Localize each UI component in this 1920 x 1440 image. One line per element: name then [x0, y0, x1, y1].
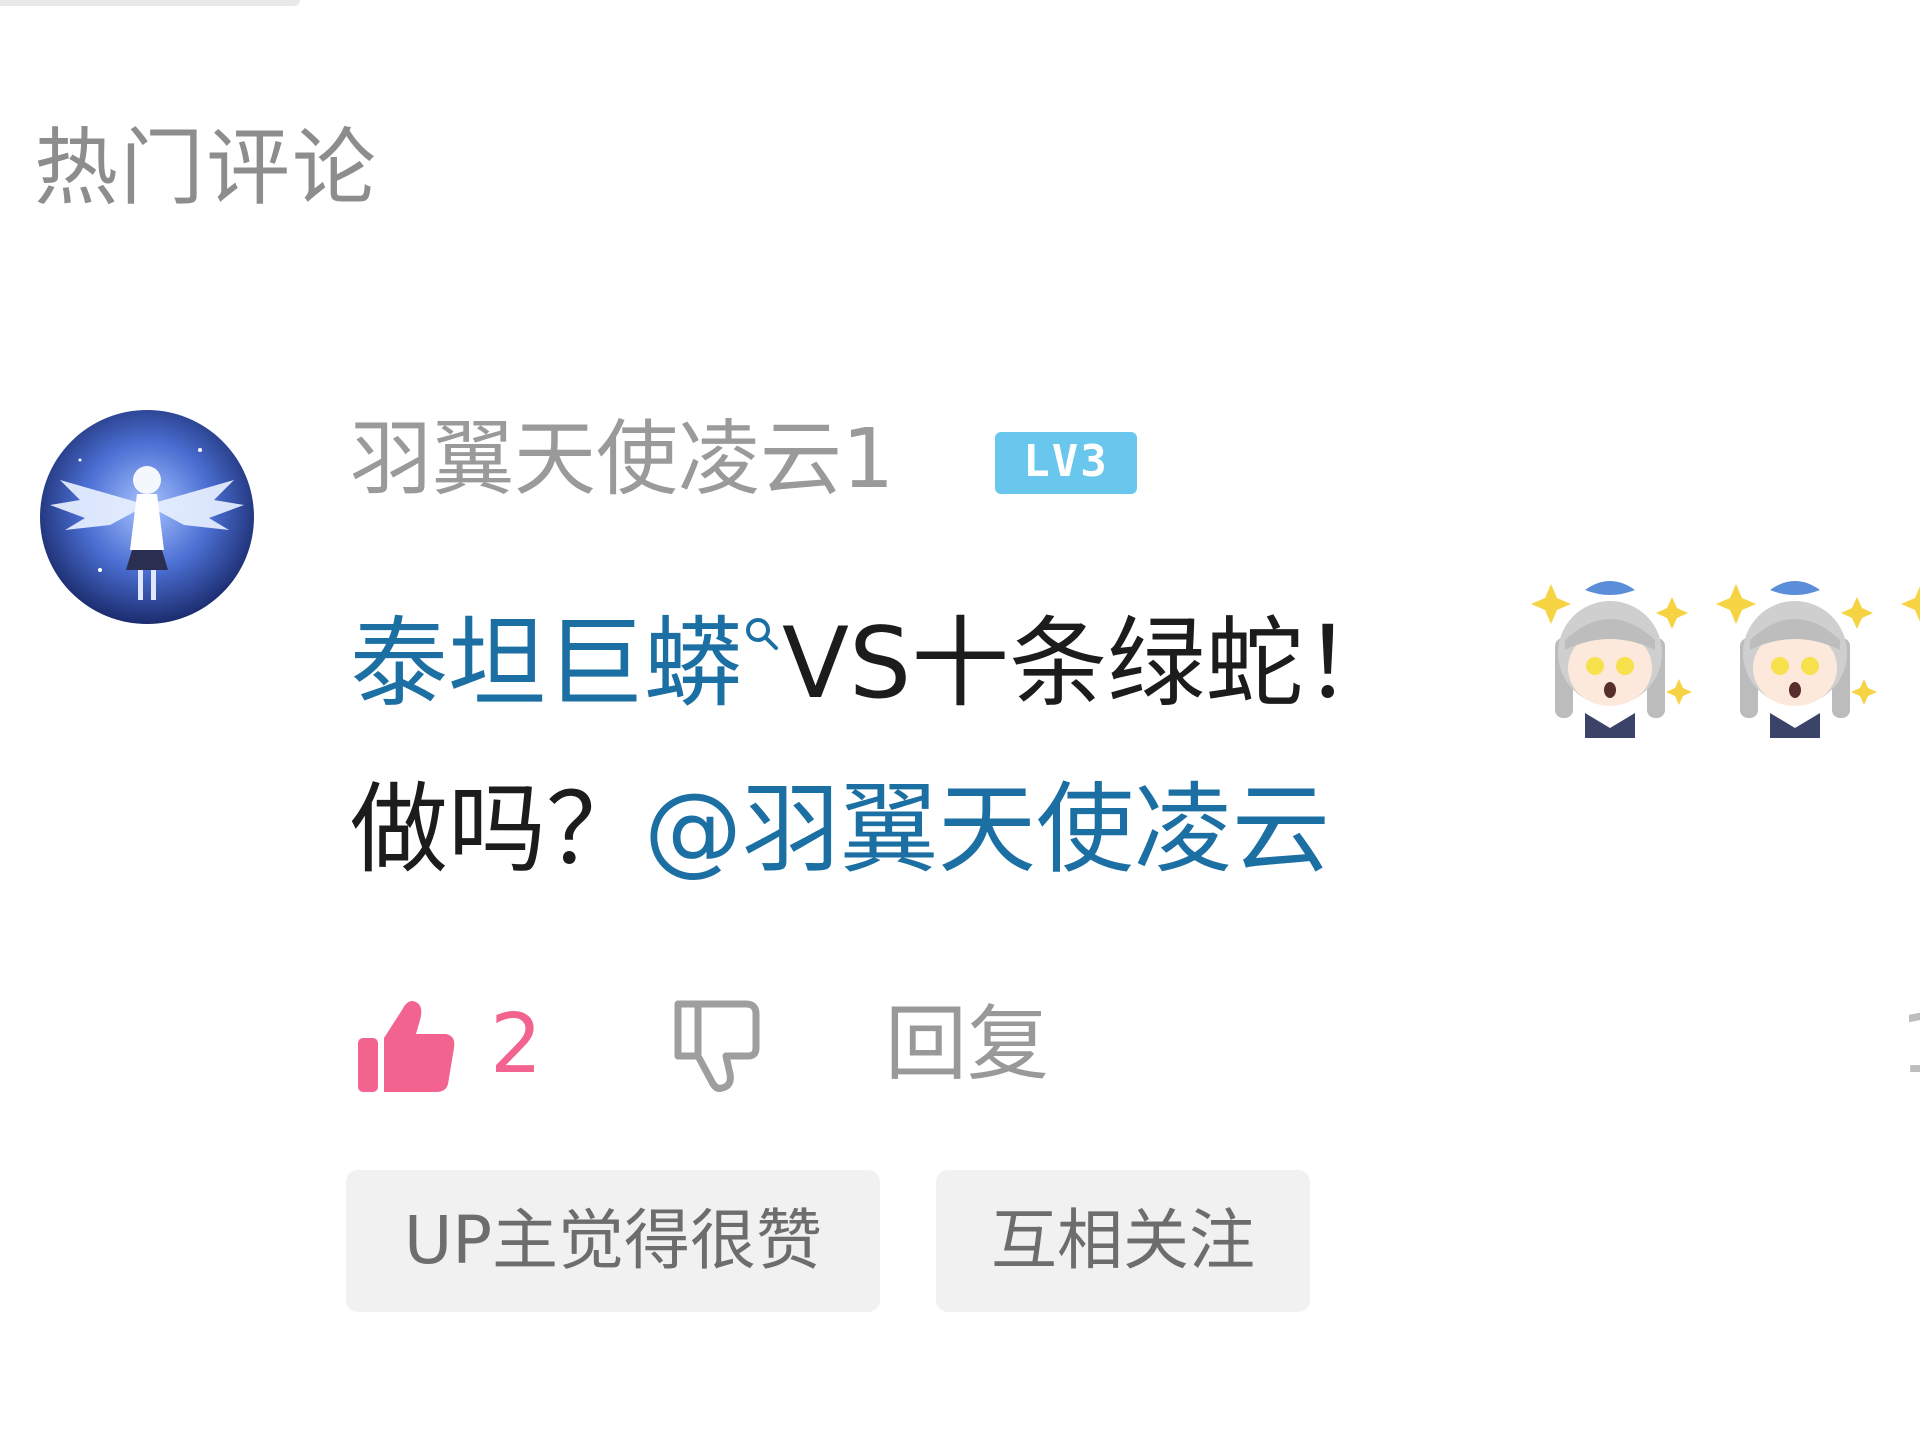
- mention-link[interactable]: @羽翼天使凌云: [644, 773, 1330, 887]
- tag-mutual-follow: 互相关注: [936, 1170, 1310, 1312]
- like-count: 2: [490, 997, 543, 1092]
- level-badge: LV3: [995, 432, 1137, 494]
- comment-line-2: 做吗？@羽翼天使凌云: [350, 770, 1330, 890]
- username[interactable]: 羽翼天使凌云1: [350, 410, 894, 510]
- like-button[interactable]: [350, 990, 460, 1100]
- sticker-icon: [1895, 568, 1920, 738]
- comment-actions: 2 回复 1: [350, 990, 1920, 1110]
- search-icon: [742, 604, 782, 664]
- reply-button[interactable]: 回复: [885, 990, 1049, 1100]
- dislike-button[interactable]: [660, 990, 770, 1100]
- sticker-icon: [1710, 568, 1880, 738]
- comment-text-2: 做吗？: [350, 773, 645, 887]
- thumbs-down-icon: [674, 1000, 760, 1092]
- avatar[interactable]: [40, 410, 254, 624]
- avatar-image: [50, 448, 244, 600]
- sticker-icon: [1525, 568, 1695, 738]
- previous-item-edge: [0, 0, 300, 6]
- keyword-link[interactable]: 泰坦巨蟒: [350, 607, 742, 721]
- comment-line-1: 泰坦巨蟒 VS十条绿蛇！: [350, 604, 1401, 724]
- thumbs-up-icon: [358, 1001, 455, 1092]
- reply-count-partial: 1: [1900, 990, 1920, 1100]
- tag-up-liked: UP主觉得很赞: [346, 1170, 880, 1312]
- comment-text: VS十条绿蛇！: [782, 607, 1402, 721]
- section-title: 热门评论: [34, 119, 379, 217]
